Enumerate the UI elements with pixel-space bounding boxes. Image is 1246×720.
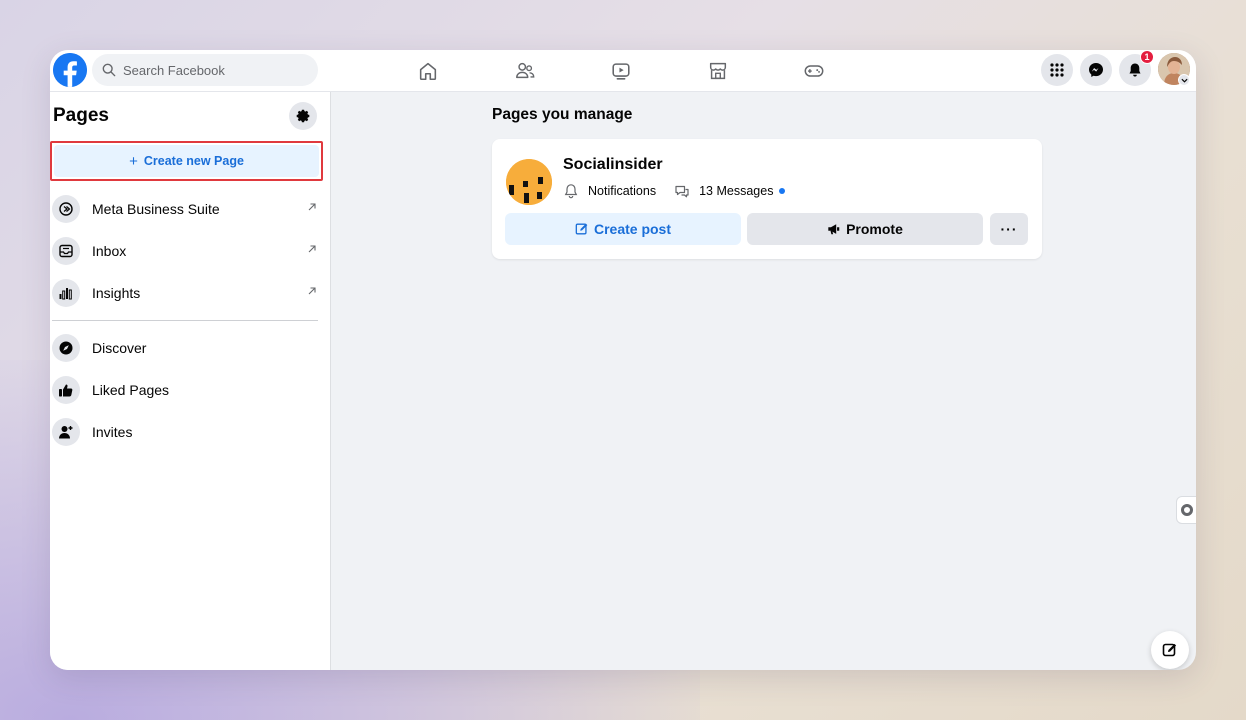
circle-icon (1181, 504, 1193, 516)
create-new-page-button[interactable]: + Create new Page (54, 145, 319, 177)
sidebar-title: Pages (53, 105, 109, 126)
create-new-page-label: Create new Page (143, 154, 244, 168)
marketplace-icon[interactable] (705, 58, 731, 84)
sidebar-item-liked-pages[interactable]: Liked Pages (52, 372, 324, 408)
external-link-icon (308, 245, 316, 253)
sidebar-item-label: Discover (92, 340, 147, 356)
external-link-icon (308, 287, 316, 295)
search-bar[interactable] (92, 54, 318, 86)
messenger-icon (1089, 63, 1103, 77)
top-navigation-bar: 1 (50, 50, 1196, 92)
page-logo[interactable] (506, 159, 552, 205)
sidebar-item-meta-business-suite[interactable]: Meta Business Suite (52, 191, 324, 227)
account-menu-chevron-icon[interactable] (1178, 74, 1190, 86)
sidebar-item-label: Inbox (92, 243, 127, 259)
friends-icon[interactable] (512, 58, 538, 84)
facebook-logo-icon[interactable] (53, 53, 87, 87)
more-options-button[interactable]: ··· (990, 213, 1028, 245)
promote-button[interactable]: Promote (747, 213, 983, 245)
bell-icon (1129, 63, 1141, 77)
plus-icon: + (129, 152, 138, 170)
bell-outline-icon (564, 184, 578, 199)
menu-grid-button[interactable] (1041, 54, 1073, 86)
chat-bubbles-icon (675, 185, 689, 198)
watch-icon[interactable] (608, 58, 634, 84)
edit-icon (575, 223, 588, 235)
pages-sidebar: Pages + Create new Page Meta Business Su… (50, 92, 331, 670)
inbox-icon (52, 237, 80, 265)
notification-count-badge: 1 (1140, 50, 1154, 64)
page-title: Pages you manage (492, 106, 633, 123)
create-post-label: Create post (593, 221, 672, 237)
sidebar-item-invites[interactable]: Invites (52, 414, 324, 450)
notifications-link[interactable]: Notifications (588, 184, 656, 198)
app-window: 1 Pages + Create new Page (50, 50, 1196, 670)
page-name[interactable]: Socialinsider (563, 156, 663, 174)
page-meta-row: Notifications 13 Messages (563, 183, 786, 199)
messages-link[interactable]: 13 Messages (699, 184, 773, 198)
sidebar-item-label: Invites (92, 424, 133, 440)
compass-icon (52, 334, 80, 362)
meta-business-suite-icon (52, 195, 80, 223)
search-input[interactable] (123, 62, 293, 78)
create-new-page-highlight: + Create new Page (50, 141, 323, 181)
person-add-icon (52, 418, 80, 446)
search-icon (102, 63, 116, 77)
compose-icon (1162, 643, 1177, 657)
insights-icon (52, 279, 80, 307)
sidebar-item-label: Liked Pages (92, 382, 170, 398)
managed-page-card: Socialinsider Notifications 13 Messages … (492, 139, 1042, 259)
grid-icon (1050, 63, 1064, 77)
sidebar-item-inbox[interactable]: Inbox (52, 233, 324, 269)
side-panel-handle[interactable] (1176, 496, 1196, 524)
gaming-icon[interactable] (801, 58, 827, 84)
sidebar-divider (52, 320, 318, 321)
messenger-button[interactable] (1080, 54, 1112, 86)
sidebar-item-label: Insights (92, 285, 141, 301)
megaphone-icon (828, 224, 840, 235)
settings-button[interactable] (289, 102, 317, 130)
unread-dot (779, 188, 786, 194)
new-message-button[interactable] (1151, 631, 1189, 669)
create-post-button[interactable]: Create post (505, 213, 741, 245)
external-link-icon (308, 203, 316, 211)
sidebar-item-discover[interactable]: Discover (52, 330, 324, 366)
promote-label: Promote (846, 221, 903, 237)
gear-icon (296, 109, 310, 123)
thumbs-up-icon (52, 376, 80, 404)
home-icon[interactable] (415, 58, 441, 84)
sidebar-item-insights[interactable]: Insights (52, 275, 324, 311)
sidebar-item-label: Meta Business Suite (92, 201, 220, 217)
